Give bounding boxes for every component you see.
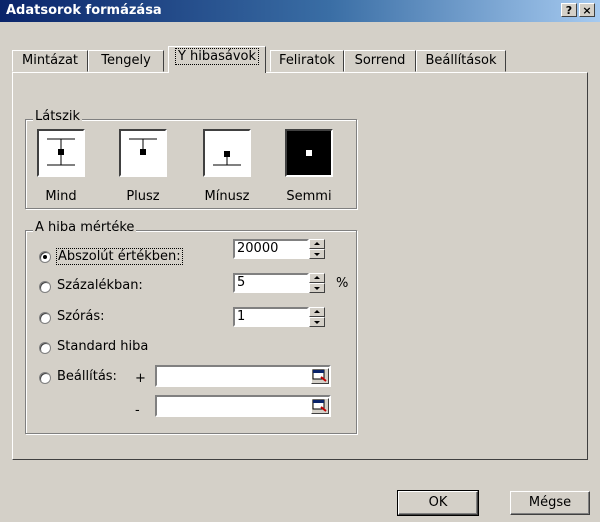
tab-y-error-bars[interactable]: Y hibasávok [168, 46, 266, 73]
percent-unit: % [336, 276, 349, 291]
window-title: Adatsorok formázása [6, 3, 162, 18]
error-bar-plus-icon[interactable] [119, 129, 167, 177]
custom-label[interactable]: Beállítás: [57, 369, 117, 384]
error-bar-none-icon[interactable] [285, 129, 333, 177]
format-data-series-dialog: Adatsorok formázása ? × Mintázat Tengely… [0, 0, 600, 522]
minus-label: Mínusz [204, 189, 250, 204]
standard-deviation-radio[interactable] [39, 312, 51, 324]
tab-label: Y hibasávok [174, 48, 260, 65]
collapse-dialog-icon[interactable] [311, 398, 329, 414]
tab-data-labels[interactable]: Feliratok [270, 50, 344, 72]
collapse-dialog-icon[interactable] [311, 368, 329, 384]
ok-button[interactable]: OK [397, 490, 479, 516]
tab-label: Mintázat [21, 53, 79, 68]
custom-minus-input[interactable] [155, 395, 331, 417]
both-label: Mind [45, 189, 77, 204]
tab-series-order[interactable]: Sorrend [344, 50, 416, 72]
none-label: Semmi [286, 189, 332, 204]
spin-up-button[interactable] [309, 273, 325, 283]
radio-selected-dot [43, 255, 47, 259]
error-bar-minus-icon[interactable] [203, 129, 251, 177]
percentage-radio[interactable] [39, 281, 51, 293]
spin-down-button[interactable] [309, 249, 325, 259]
percentage-label[interactable]: Százalékban: [57, 278, 143, 293]
close-button[interactable]: × [579, 3, 595, 17]
spin-down-button[interactable] [309, 317, 325, 327]
tab-label: Feliratok [279, 53, 335, 68]
tab-panel: Látszik Mind Plusz Mínusz Semmi A hiba m… [12, 72, 588, 460]
fixed-value-radio[interactable] [39, 251, 51, 263]
percentage-input[interactable]: 5 [233, 273, 309, 293]
plus-sign: + [135, 371, 146, 386]
tab-axis[interactable]: Tengely [88, 50, 164, 72]
standard-error-label[interactable]: Standard hiba [57, 339, 148, 354]
custom-plus-input[interactable] [155, 365, 331, 387]
standard-deviation-label[interactable]: Szórás: [57, 309, 105, 324]
tab-options[interactable]: Beállítások [416, 50, 506, 72]
fixed-value-input[interactable]: 20000 [233, 239, 309, 259]
cancel-button[interactable]: Mégse [510, 491, 590, 515]
standard-deviation-spinner[interactable] [309, 307, 325, 327]
standard-error-radio[interactable] [39, 342, 51, 354]
plus-label: Plusz [126, 189, 160, 204]
tab-label: Beállítások [425, 53, 497, 68]
error-bar-both-icon[interactable] [37, 129, 85, 177]
minus-sign: - [135, 403, 140, 418]
fixed-value-spinner[interactable] [309, 239, 325, 259]
spin-up-button[interactable] [309, 239, 325, 249]
help-button[interactable]: ? [561, 3, 577, 17]
error-amount-legend: A hiba mértéke [33, 220, 137, 235]
spin-up-button[interactable] [309, 307, 325, 317]
tab-pattern[interactable]: Mintázat [12, 50, 88, 72]
display-group-legend: Látszik [33, 109, 83, 124]
tab-label: Sorrend [354, 53, 406, 68]
fixed-value-label[interactable]: Abszolút értékben: [56, 248, 183, 265]
standard-deviation-input[interactable]: 1 [233, 307, 309, 327]
tab-label: Tengely [101, 53, 151, 68]
spin-down-button[interactable] [309, 283, 325, 293]
custom-radio[interactable] [39, 372, 51, 384]
title-bar[interactable]: Adatsorok formázása ? × [0, 0, 600, 22]
percentage-spinner[interactable] [309, 273, 325, 293]
